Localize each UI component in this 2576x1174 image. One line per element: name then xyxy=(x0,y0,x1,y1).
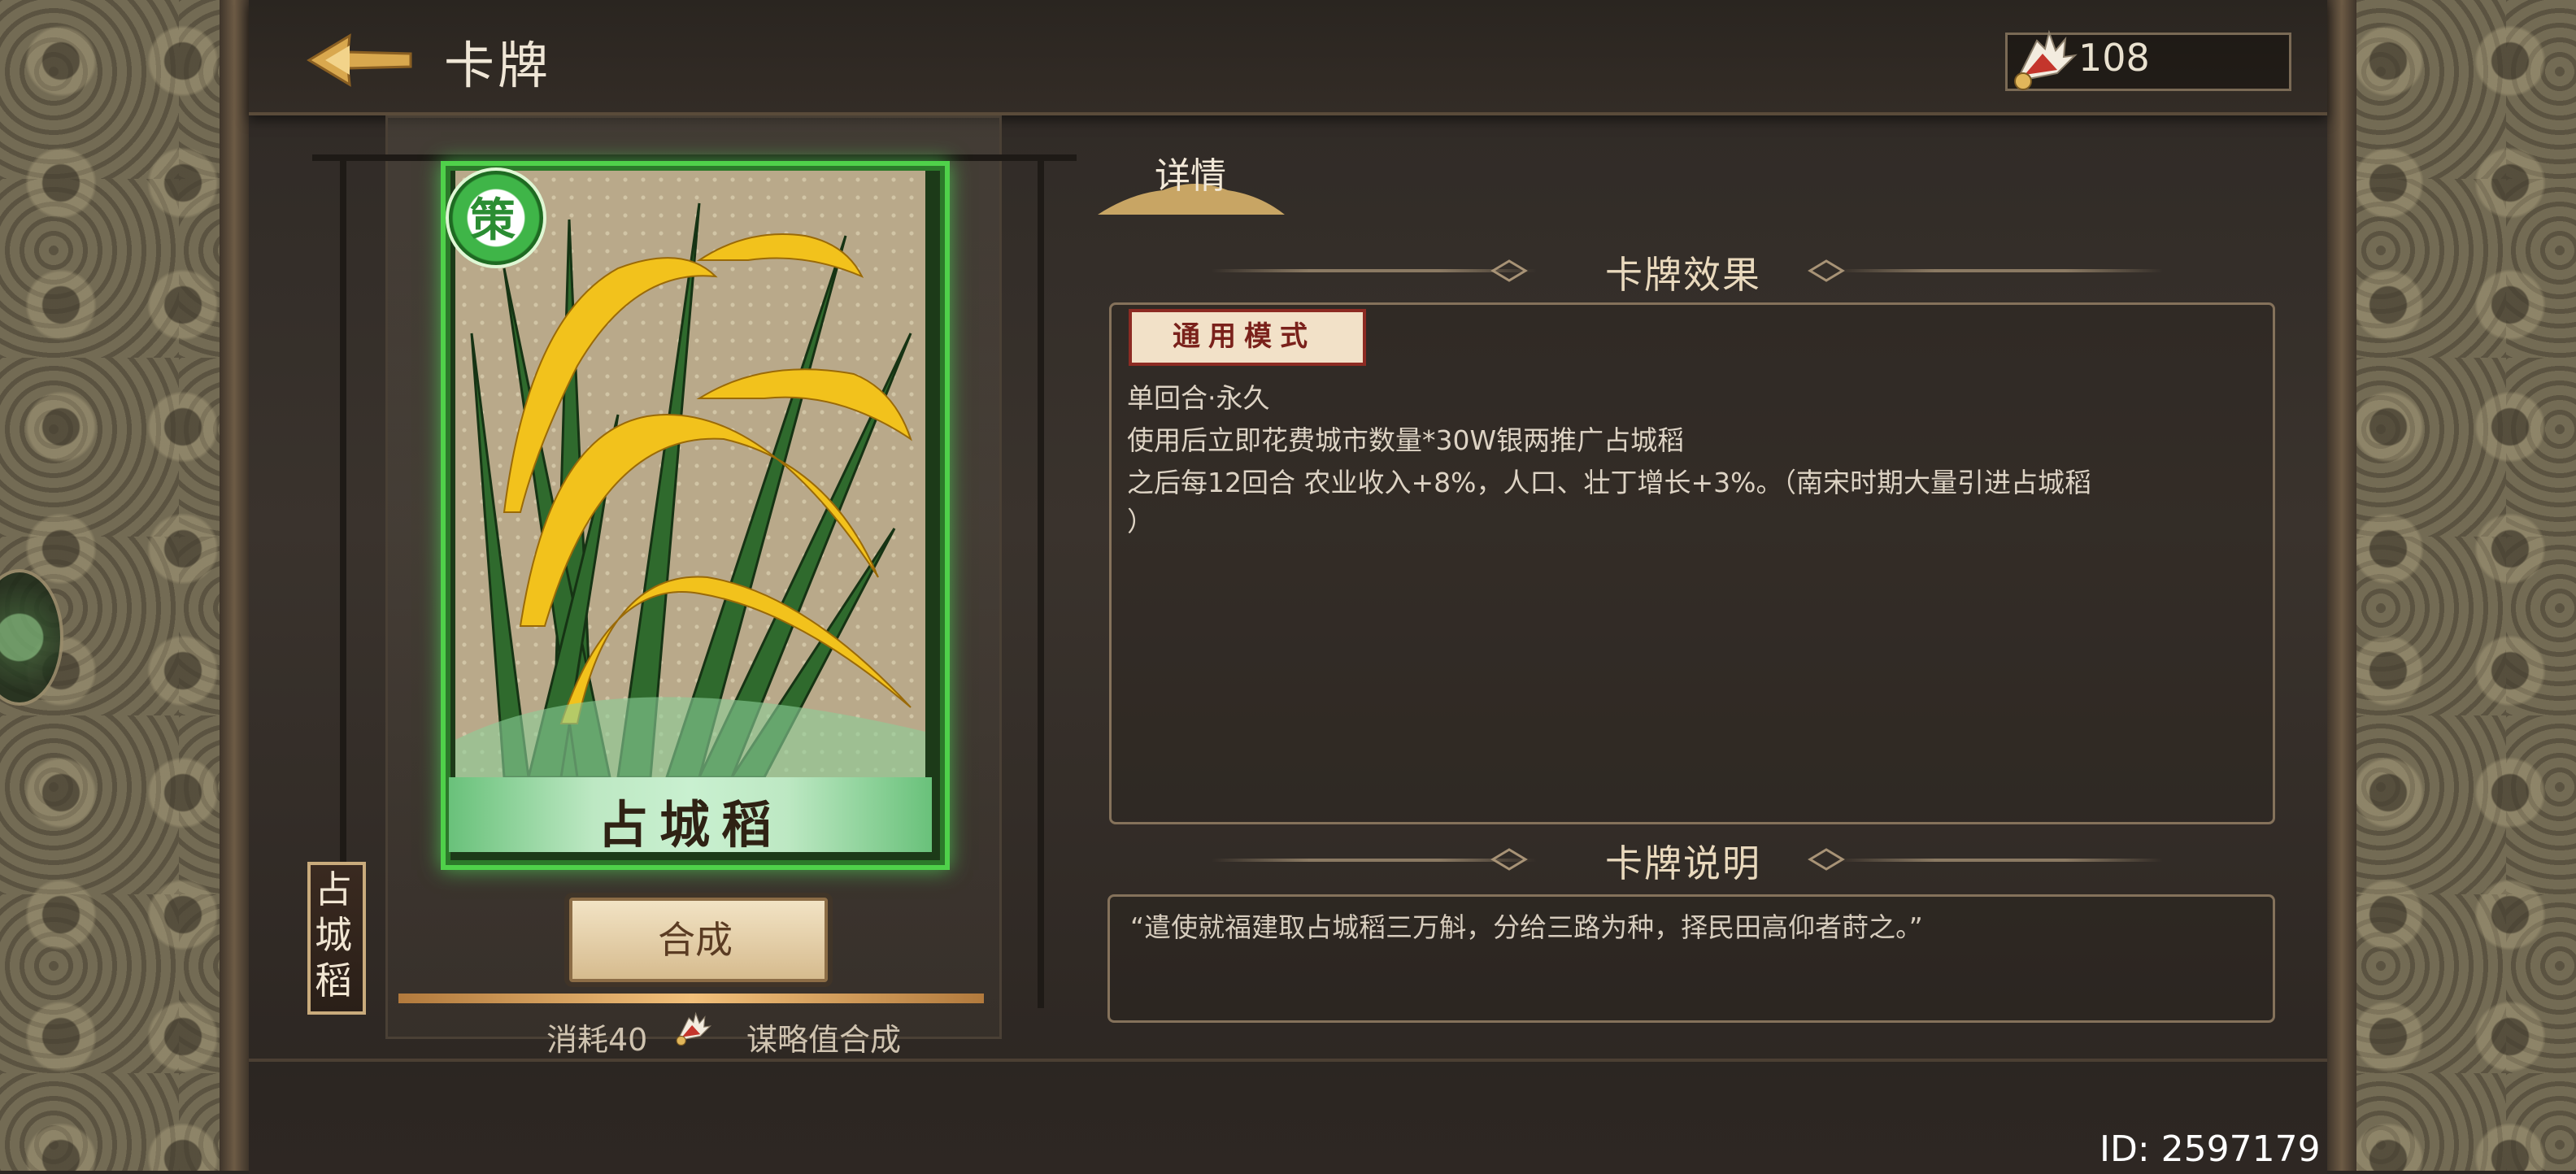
cost-description: 谋略值合成 xyxy=(746,1022,902,1058)
description-title-line-right xyxy=(1838,859,2163,862)
display-rail-right xyxy=(1038,154,1044,1008)
card-name-vertical-2: 城 xyxy=(315,913,352,957)
ornament-icon xyxy=(1490,259,1528,282)
right-frame-edge xyxy=(2327,0,2356,1171)
card-artwork xyxy=(455,171,925,777)
player-id: ID: 2597179 xyxy=(2100,1128,2321,1170)
strategy-points-value: 108 xyxy=(2078,36,2150,80)
effects-title: 卡牌效果 xyxy=(1605,253,1761,297)
effect-line: 使用后立即花费城市数量*30W银两推广占城稻 xyxy=(1127,424,1685,456)
mode-badge-label: 通用模式 xyxy=(1173,320,1316,353)
display-rail-left xyxy=(340,154,346,862)
effect-line: ） xyxy=(1127,506,1154,537)
effect-line: 之后每12回合 农业收入+8%，人口、壮丁增长+3%。（南宋时期大量引进占城稻 xyxy=(1127,467,2091,498)
page-title: 卡牌 xyxy=(444,36,552,95)
left-frame-edge xyxy=(220,0,249,1171)
card-name-vertical: 占 城 稻 xyxy=(309,867,358,1003)
effects-title-line-right xyxy=(1838,269,2163,272)
description-title: 卡牌说明 xyxy=(1605,841,1761,885)
card-name-vertical-3: 稻 xyxy=(315,959,352,1002)
rice-plant-illustration xyxy=(455,202,925,777)
back-arrow-icon[interactable] xyxy=(301,29,415,91)
cost-amount: 消耗40 xyxy=(546,1022,648,1058)
feather-currency-icon xyxy=(2014,29,2078,90)
tab-details[interactable]: 详情 xyxy=(1155,146,1226,198)
cost-divider xyxy=(398,994,984,1003)
card-description-text: “遣使就福建取占城稻三万斛，分给三路为种，择民田高仰者莳之。” xyxy=(1130,911,1923,943)
right-brocade-panel xyxy=(2327,0,2576,1171)
effect-line: 单回合·永久 xyxy=(1127,382,1270,414)
feather-currency-icon xyxy=(676,1011,712,1046)
display-rail-top xyxy=(312,154,1077,161)
ornament-icon xyxy=(1490,848,1528,871)
bottom-bar xyxy=(249,1059,2327,1174)
card-name-vertical-1: 占 xyxy=(315,867,352,911)
card-type-badge-char: 策 xyxy=(470,193,516,247)
card-effects-box xyxy=(1109,302,2275,824)
compose-button-label[interactable]: 合成 xyxy=(569,911,821,964)
card-name: 占城稻 xyxy=(597,795,783,854)
